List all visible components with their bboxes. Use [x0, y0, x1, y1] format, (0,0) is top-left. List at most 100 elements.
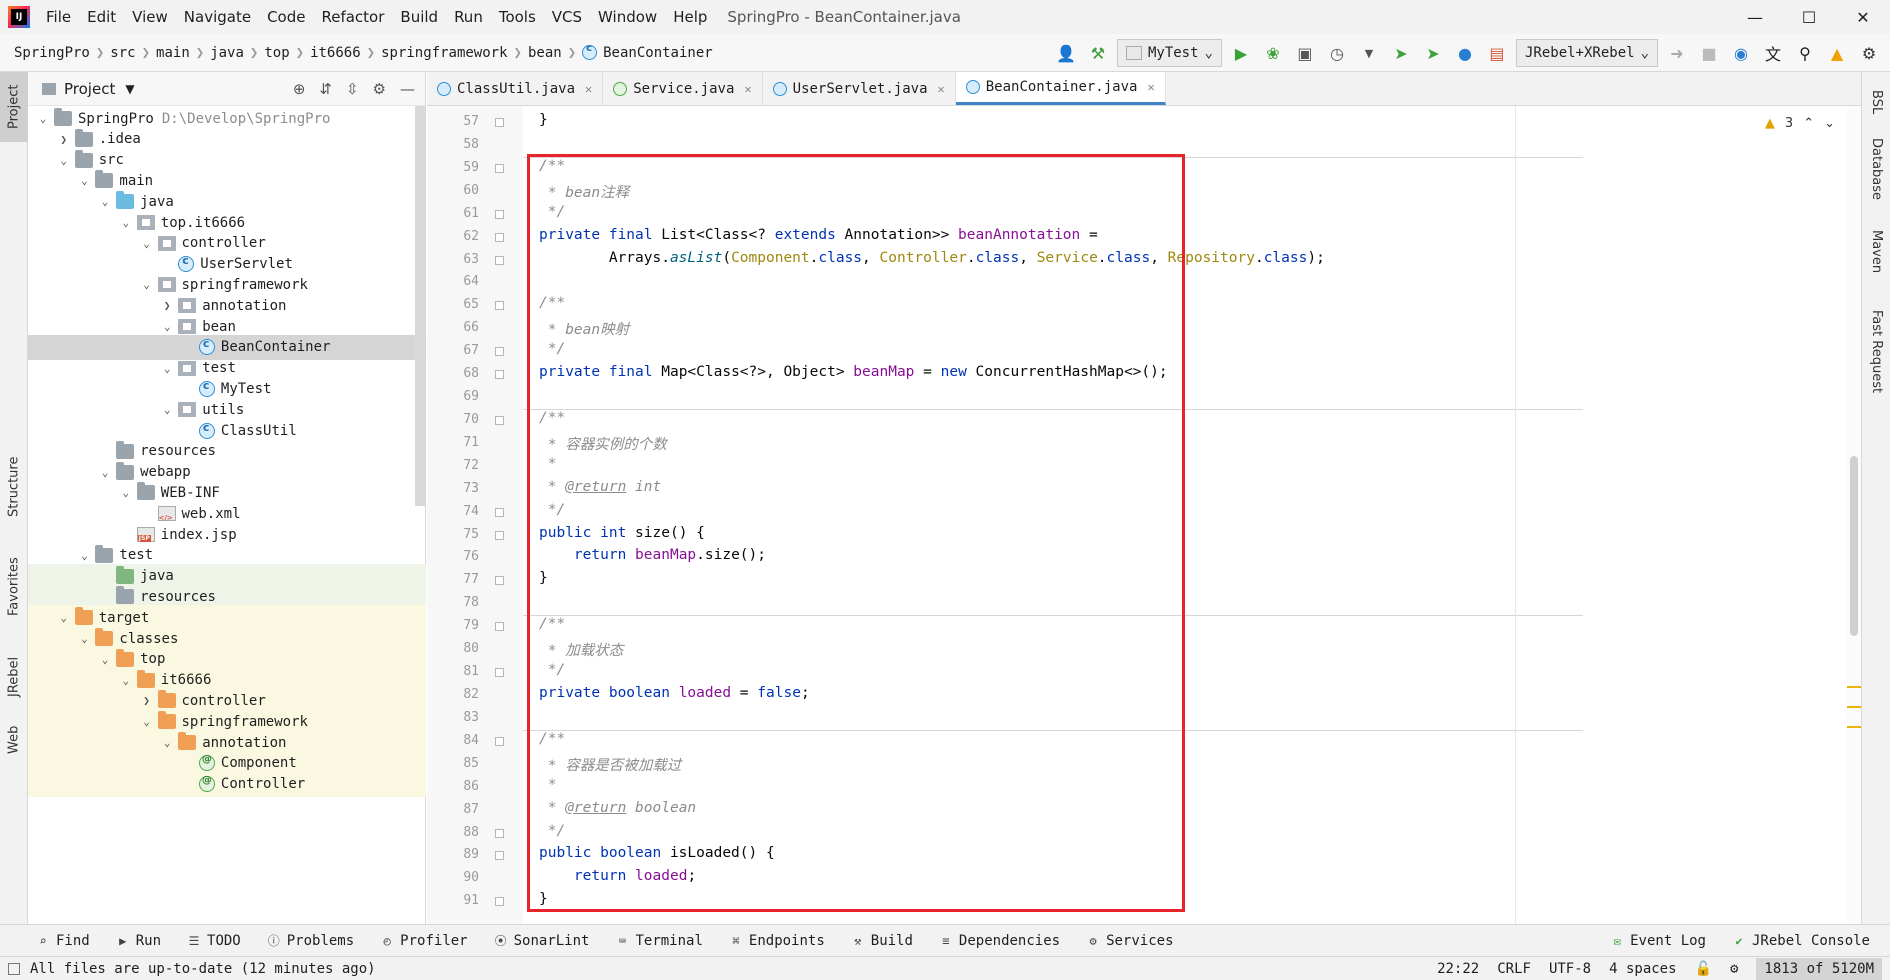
- status-message[interactable]: All files are up-to-date (12 minutes ago…: [30, 961, 376, 977]
- fast-request-tool-tab[interactable]: Fast Request: [1862, 292, 1890, 412]
- chevron-down-icon[interactable]: ⌄: [98, 653, 112, 666]
- translate-icon[interactable]: 文: [1760, 40, 1786, 66]
- bottom-tool-services[interactable]: ⚙ Services: [1086, 933, 1173, 949]
- more-run-icon[interactable]: ▼: [1356, 40, 1382, 66]
- run-icon[interactable]: ▶: [1228, 40, 1254, 66]
- xrebel-icon[interactable]: ●: [1452, 40, 1478, 66]
- bottom-tool-profiler[interactable]: ◴ Profiler: [380, 933, 468, 949]
- breadcrumb-item[interactable]: java: [210, 45, 244, 61]
- jrebel-debug-icon[interactable]: ➤: [1420, 40, 1446, 66]
- plugin-icon[interactable]: ⚙: [1856, 40, 1882, 66]
- structure-tool-tab[interactable]: Structure: [0, 442, 28, 532]
- chevron-down-icon[interactable]: ⌄: [160, 403, 174, 416]
- chevron-down-icon[interactable]: ⌄: [98, 195, 112, 208]
- tree-row[interactable]: Controller: [28, 771, 426, 797]
- bottom-tool-dependencies[interactable]: ≡ Dependencies: [939, 933, 1060, 949]
- chevron-down-icon[interactable]: ⌄: [140, 278, 154, 291]
- next-highlight-icon[interactable]: ⌄: [1824, 116, 1835, 131]
- fold-icon[interactable]: [495, 507, 504, 517]
- search-icon[interactable]: ⚲: [1792, 40, 1818, 66]
- bottom-tool-sonarlint[interactable]: ⦿ SonarLint: [494, 933, 590, 949]
- database-tool-tab[interactable]: Database: [1862, 127, 1890, 212]
- bottom-tool-build[interactable]: ⚒ Build: [851, 933, 913, 949]
- fold-icon[interactable]: [495, 851, 504, 861]
- warning-marker[interactable]: [1847, 726, 1861, 728]
- project-tool-tab[interactable]: Project: [0, 72, 28, 142]
- status-window-icon[interactable]: [8, 962, 20, 975]
- inspection-profile-icon[interactable]: ⚙: [1730, 961, 1738, 977]
- breadcrumb-item[interactable]: top: [264, 45, 289, 61]
- caret-position[interactable]: 22:22: [1437, 961, 1479, 977]
- chevron-right-icon[interactable]: ❯: [140, 694, 154, 707]
- web-tool-tab[interactable]: Web: [0, 717, 28, 762]
- back-arrow-icon[interactable]: ➜: [1664, 40, 1690, 66]
- menu-view[interactable]: View: [124, 0, 176, 34]
- locate-icon[interactable]: ⊕: [293, 80, 306, 98]
- bottom-tool-jrebel-console[interactable]: ✔ JRebel Console: [1732, 933, 1870, 949]
- jrebel-run-icon[interactable]: ➤: [1388, 40, 1414, 66]
- expand-all-icon[interactable]: ⇵: [319, 80, 332, 98]
- menu-refactor[interactable]: Refactor: [313, 0, 392, 34]
- jrebel-tool-tab[interactable]: JRebel: [0, 642, 28, 712]
- chevron-down-icon[interactable]: ⌄: [140, 237, 154, 250]
- bottom-tool-run[interactable]: ▶ Run: [116, 933, 161, 949]
- scroll-thumb[interactable]: [1850, 456, 1858, 636]
- chevron-right-icon[interactable]: ❯: [57, 133, 71, 146]
- bsl-tool-tab[interactable]: BSL: [1862, 82, 1890, 122]
- fold-icon[interactable]: [495, 530, 504, 540]
- breadcrumb-item[interactable]: BeanContainer: [603, 45, 713, 61]
- close-icon[interactable]: ✕: [585, 82, 592, 96]
- profile-icon[interactable]: ◷: [1324, 40, 1350, 66]
- run-config-select[interactable]: MyTest ⌄: [1116, 39, 1222, 67]
- user-icon[interactable]: 👤: [1053, 40, 1079, 66]
- bottom-tool-endpoints[interactable]: ⌘ Endpoints: [729, 933, 824, 949]
- editor-tab[interactable]: BeanContainer.java ✕: [955, 72, 1166, 105]
- chevron-down-icon[interactable]: ⌄: [36, 112, 50, 125]
- chevron-down-icon[interactable]: ▼: [125, 82, 134, 96]
- chevron-down-icon[interactable]: ⌄: [160, 362, 174, 375]
- menu-help[interactable]: Help: [665, 0, 715, 34]
- chevron-down-icon[interactable]: ⌄: [77, 174, 91, 187]
- maximize-button[interactable]: ☐: [1782, 0, 1836, 34]
- fold-icon[interactable]: [495, 232, 504, 242]
- fold-icon[interactable]: [495, 209, 504, 219]
- chevron-down-icon[interactable]: ⌄: [160, 320, 174, 333]
- editor-tab[interactable]: Service.java ✕: [603, 72, 763, 105]
- close-window-button[interactable]: ✕: [1836, 0, 1890, 34]
- fold-icon[interactable]: [495, 163, 504, 173]
- menu-navigate[interactable]: Navigate: [176, 0, 259, 34]
- breadcrumb-item[interactable]: bean: [528, 45, 562, 61]
- minimize-button[interactable]: —: [1728, 0, 1782, 34]
- memory-indicator[interactable]: 1813 of 5120M: [1756, 958, 1882, 980]
- editor-tab[interactable]: ClassUtil.java ✕: [427, 72, 604, 105]
- bottom-tool-terminal[interactable]: ⌨ Terminal: [615, 933, 703, 949]
- debug-icon[interactable]: ❀: [1260, 40, 1286, 66]
- menu-edit[interactable]: Edit: [79, 0, 124, 34]
- fold-icon[interactable]: [495, 255, 504, 265]
- close-icon[interactable]: ✕: [744, 82, 751, 96]
- update-icon[interactable]: ▲: [1824, 40, 1850, 66]
- fold-icon[interactable]: [495, 736, 504, 746]
- jrebel-config-select[interactable]: JRebel+XRebel ⌄: [1515, 39, 1658, 67]
- fold-icon[interactable]: [495, 301, 504, 311]
- fold-icon[interactable]: [495, 668, 504, 678]
- bottom-tool-event-log[interactable]: ✉ Event Log: [1610, 933, 1706, 949]
- coverage-icon[interactable]: ▣: [1292, 40, 1318, 66]
- collapse-all-icon[interactable]: ⇳: [346, 80, 359, 98]
- bottom-tool-todo[interactable]: ☰ TODO: [187, 933, 241, 949]
- fold-icon[interactable]: [495, 347, 504, 357]
- breadcrumb-item[interactable]: main: [156, 45, 190, 61]
- breadcrumb-item[interactable]: src: [110, 45, 135, 61]
- menu-code[interactable]: Code: [259, 0, 313, 34]
- stop-icon[interactable]: ■: [1696, 40, 1722, 66]
- line-separator[interactable]: CRLF: [1497, 961, 1531, 977]
- close-icon[interactable]: ✕: [938, 82, 945, 96]
- chevron-right-icon[interactable]: ❯: [160, 299, 174, 312]
- help-globe-icon[interactable]: ◉: [1728, 40, 1754, 66]
- project-scrollbar[interactable]: [415, 106, 425, 506]
- editor-tab[interactable]: UserServlet.java ✕: [763, 72, 956, 105]
- close-icon[interactable]: ✕: [1147, 80, 1154, 94]
- menu-window[interactable]: Window: [590, 0, 665, 34]
- fold-icon[interactable]: [495, 118, 504, 127]
- favorites-tool-tab[interactable]: Favorites: [0, 542, 28, 632]
